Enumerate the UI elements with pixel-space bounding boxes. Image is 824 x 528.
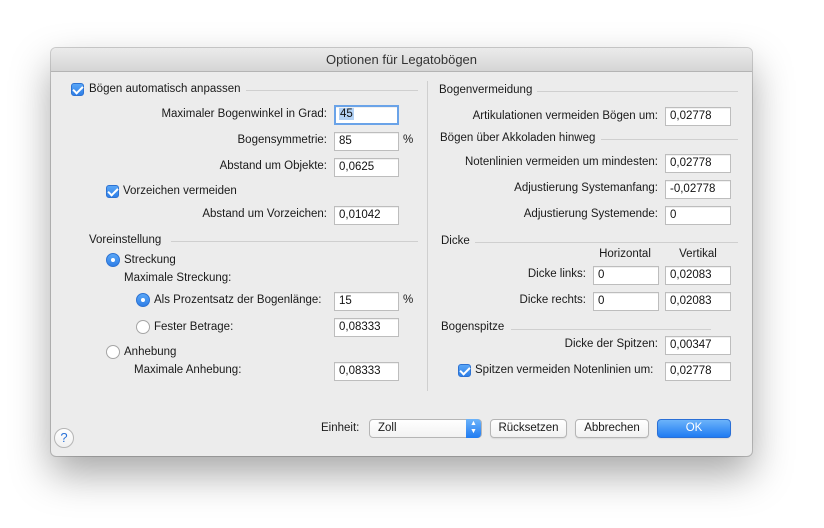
max-angle-label: Maximaler Bogenwinkel in Grad: — [161, 108, 327, 120]
symmetry-unit: % — [403, 134, 414, 146]
separator — [171, 241, 418, 242]
chevron-updown-icon: ▲ ▼ — [466, 419, 481, 438]
separator — [601, 139, 738, 140]
help-button[interactable]: ? — [54, 428, 74, 448]
thickness-left-label: Dicke links: — [527, 268, 586, 280]
unit-label: Einheit: — [321, 422, 360, 434]
staff-lines-label: Notenlinien vermeiden um mindesten: — [464, 156, 658, 168]
thickness-right-h-input[interactable]: 0 — [593, 292, 659, 311]
legato-slur-options-dialog: Optionen für Legatobögen Bögen automatis… — [51, 48, 752, 456]
system-end-input[interactable]: 0 — [665, 206, 731, 225]
preset-heading: Voreinstellung — [89, 234, 162, 246]
percent-unit: % — [403, 294, 414, 306]
object-distance-label: Abstand um Objekte: — [219, 160, 327, 172]
fixed-label: Fester Betrage: — [154, 321, 234, 333]
symmetry-input[interactable]: 85 — [334, 132, 399, 151]
separator — [537, 91, 738, 92]
avoid-staff-label: Spitzen vermeiden Notenlinien um: — [475, 364, 654, 376]
thickness-heading: Dicke — [441, 235, 470, 247]
window-title: Optionen für Legatobögen — [325, 52, 478, 67]
fixed-radio[interactable] — [136, 320, 150, 334]
tip-thickness-label: Dicke der Spitzen: — [564, 338, 658, 350]
title-bar[interactable]: Optionen für Legatobögen — [51, 48, 752, 72]
max-lift-label: Maximale Anhebung: — [134, 364, 242, 376]
avoid-staff-checkbox[interactable] — [458, 364, 471, 377]
avoid-heading: Bogenvermeidung — [439, 84, 533, 96]
stretch-label: Streckung — [124, 254, 176, 266]
avoid-accidentals-label: Vorzeichen vermeiden — [123, 185, 237, 197]
auto-adjust-checkbox[interactable] — [71, 83, 84, 96]
thickness-left-h-input[interactable]: 0 — [593, 266, 659, 285]
accidental-distance-input[interactable]: 0,01042 — [334, 206, 399, 225]
auto-adjust-label: Bögen automatisch anpassen — [89, 83, 241, 95]
col-vertical-header: Vertikal — [679, 248, 717, 260]
cancel-button[interactable]: Abbrechen — [575, 419, 649, 438]
symmetry-label: Bogensymmetrie: — [237, 134, 327, 146]
thickness-right-label: Dicke rechts: — [519, 294, 586, 306]
max-angle-value: 45 — [339, 108, 354, 120]
max-stretch-label: Maximale Streckung: — [124, 272, 232, 284]
staff-lines-input[interactable]: 0,02778 — [665, 154, 731, 173]
col-horizontal-header: Horizontal — [599, 248, 651, 260]
separator — [511, 329, 711, 330]
system-start-label: Adjustierung Systemanfang: — [514, 182, 658, 194]
separator — [475, 242, 738, 243]
thickness-left-v-input[interactable]: 0,02083 — [665, 266, 731, 285]
system-end-label: Adjustierung Systemende: — [523, 208, 658, 220]
tip-heading: Bogenspitze — [441, 321, 505, 333]
articulations-input[interactable]: 0,02778 — [665, 107, 731, 126]
thickness-right-v-input[interactable]: 0,02083 — [665, 292, 731, 311]
percent-input[interactable]: 15 — [334, 292, 399, 311]
system-start-input[interactable]: -0,02778 — [665, 180, 731, 199]
max-angle-input[interactable]: 45 — [334, 105, 399, 125]
column-divider — [427, 81, 428, 391]
tip-thickness-input[interactable]: 0,00347 — [665, 336, 731, 355]
articulations-label: Artikulationen vermeiden Bögen um: — [472, 110, 658, 122]
unit-select-value: Zoll — [378, 422, 397, 434]
lift-radio[interactable] — [106, 345, 120, 359]
object-distance-input[interactable]: 0,0625 — [334, 158, 399, 177]
fixed-input[interactable]: 0,08333 — [334, 318, 399, 337]
stretch-radio[interactable] — [106, 253, 120, 267]
reset-button[interactable]: Rücksetzen — [490, 419, 567, 438]
percent-radio[interactable] — [136, 293, 150, 307]
accidental-distance-label: Abstand um Vorzeichen: — [202, 208, 327, 220]
max-lift-input[interactable]: 0,08333 — [334, 362, 399, 381]
ok-button[interactable]: OK — [657, 419, 731, 438]
lift-label: Anhebung — [124, 346, 177, 358]
avoid-accidentals-checkbox[interactable] — [106, 185, 119, 198]
separator — [246, 90, 418, 91]
avoid-staff-input[interactable]: 0,02778 — [665, 362, 731, 381]
percent-label: Als Prozentsatz der Bogenlänge: — [154, 294, 322, 306]
unit-select[interactable]: Zoll ▲ ▼ — [369, 419, 482, 438]
across-systems-heading: Bögen über Akkoladen hinweg — [440, 132, 596, 144]
